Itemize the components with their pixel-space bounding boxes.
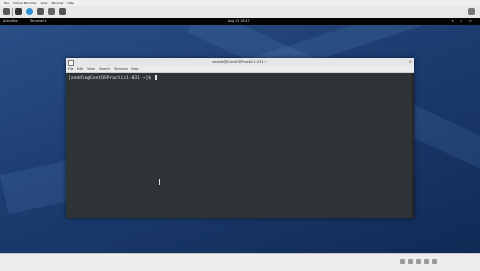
activities-button[interactable]: Activities <box>3 19 18 23</box>
app-menu-terminal[interactable]: Terminal ▾ <box>30 19 46 23</box>
terminal-window[interactable]: zeddle@CentOSPractic1-031:~ × File Edit … <box>66 58 414 218</box>
terminal-title: zeddle@CentOSPractic1-031:~ <box>212 59 268 64</box>
cd-indicator-icon[interactable] <box>408 259 413 264</box>
network-indicator-icon[interactable] <box>416 259 421 264</box>
hdd-indicator-icon[interactable] <box>400 259 405 264</box>
terminal-scrollbar[interactable] <box>412 73 414 218</box>
mouse-ibeam-cursor <box>159 179 160 185</box>
close-icon[interactable]: × <box>409 59 412 64</box>
text-cursor <box>154 75 158 80</box>
shell-prompt: [zeddle@CentOSPractic1-031 ~]$ <box>68 75 158 81</box>
menu-edit[interactable]: Edit <box>77 67 83 71</box>
menu-help[interactable]: Help <box>131 67 139 71</box>
power-icon[interactable] <box>15 8 22 15</box>
vm-settings-icon[interactable] <box>26 8 33 15</box>
fullscreen-icon[interactable] <box>48 8 55 15</box>
host-menu-help[interactable]: Help <box>67 1 74 5</box>
menu-file[interactable]: File <box>68 67 74 71</box>
snapshot-icon[interactable] <box>37 8 44 15</box>
network-icon[interactable]: ▾ <box>452 19 454 23</box>
clock[interactable]: Aug 13 18:47 <box>228 19 250 23</box>
power-menu-icon[interactable]: ⏻ <box>469 19 472 23</box>
menu-view[interactable]: View <box>87 67 95 71</box>
host-menu-file[interactable]: File <box>4 1 9 5</box>
terminal-output[interactable]: [zeddle@CentOSPractic1-031 ~]$ <box>66 73 412 218</box>
host-status-bar <box>0 253 480 271</box>
menu-terminal[interactable]: Terminal <box>114 67 128 71</box>
host-menu-virtual-machine[interactable]: Virtual Machine <box>13 1 36 5</box>
terminal-titlebar[interactable]: zeddle@CentOSPractic1-031:~ × <box>66 58 414 66</box>
audio-indicator-icon[interactable] <box>432 259 437 264</box>
menu-search[interactable]: Search <box>99 67 110 71</box>
toolbar-divider <box>12 8 13 16</box>
gnome-top-bar: Activities Terminal ▾ Aug 13 18:47 ▾ ♪ ⏻ <box>0 18 480 25</box>
host-menu-window[interactable]: Window <box>51 1 63 5</box>
prompt-text: [zeddle@CentOSPractic1-031 ~]$ <box>68 76 154 81</box>
host-menu-view[interactable]: View <box>40 1 47 5</box>
unity-icon[interactable] <box>59 8 66 15</box>
sidebar-toggle-icon[interactable] <box>468 8 475 15</box>
vm-library-icon[interactable] <box>3 8 10 15</box>
usb-indicator-icon[interactable] <box>424 259 429 264</box>
terminal-menubar: File Edit View Search Terminal Help <box>66 66 414 73</box>
volume-icon[interactable]: ♪ <box>460 19 462 23</box>
